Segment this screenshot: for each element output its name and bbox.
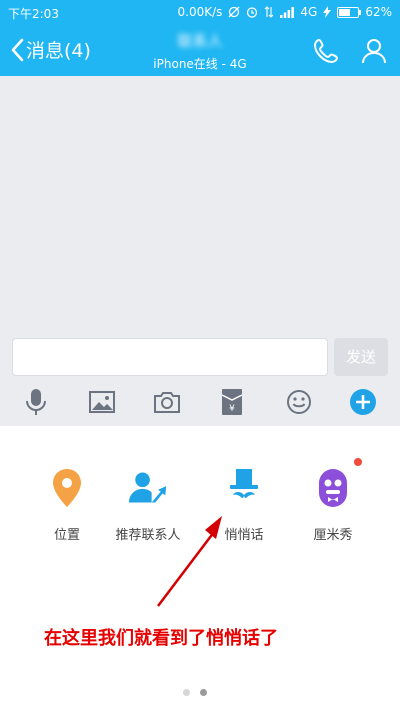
page-dot[interactable] [183, 689, 190, 696]
page-indicator [183, 689, 207, 696]
page-dot-active[interactable] [200, 689, 207, 696]
annotation-text: 在这里我们就看到了悄悄话了 [44, 628, 278, 649]
annotation-arrow [157, 516, 222, 607]
